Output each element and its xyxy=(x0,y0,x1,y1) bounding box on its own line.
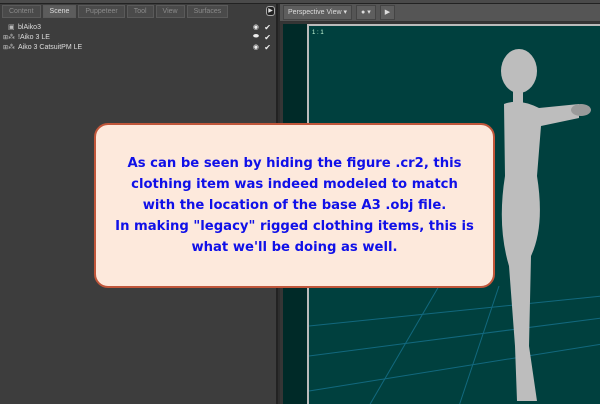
scene-item-label: blAiko3 xyxy=(18,23,41,31)
callout-line: As can be seen by hiding the figure .cr2… xyxy=(127,156,462,171)
tab-surfaces[interactable]: Surfaces xyxy=(186,5,229,18)
scene-item[interactable]: ⊞ ⁂ Aiko 3 CatsuitPM LE ◉ ✔ xyxy=(3,42,275,52)
callout-line: clothing item was indeed modeled to matc… xyxy=(131,177,458,192)
tab-tool[interactable]: Tool xyxy=(126,5,154,18)
box-icon: ▣ xyxy=(8,24,15,31)
callout-line: with the location of the base A3 .obj fi… xyxy=(142,198,447,213)
panel-tabs: Content Scene Puppeteer Tool View Surfac… xyxy=(2,5,276,20)
check-icon[interactable]: ✔ xyxy=(264,23,271,32)
tab-view[interactable]: View xyxy=(155,5,185,18)
eye-icon[interactable]: ◉ xyxy=(253,43,259,51)
scene-tree: ▣ blAiko3 ◉ ✔ ⊞ ⁂ !Aiko 3 LE ⬬ ✔ ⊞ ⁂ Aiko 3 … xyxy=(3,22,275,52)
tab-content[interactable]: Content xyxy=(2,5,41,18)
check-icon[interactable]: ✔ xyxy=(264,43,271,52)
callout-text: As can be seen by hiding the figure .cr2… xyxy=(115,153,474,258)
eye-hidden-icon[interactable]: ⬬ xyxy=(253,33,259,41)
sphere-icon: ● xyxy=(361,9,366,16)
check-icon[interactable]: ✔ xyxy=(264,33,271,42)
scene-item[interactable]: ⊞ ⁂ !Aiko 3 LE ⬬ ✔ xyxy=(3,32,275,42)
tutorial-callout: As can be seen by hiding the figure .cr2… xyxy=(94,123,495,288)
tab-puppeteer[interactable]: Puppeteer xyxy=(78,5,125,18)
figure-icon: ⁂ xyxy=(8,34,15,41)
play-button[interactable]: ▶ xyxy=(379,5,396,20)
scene-item-label: !Aiko 3 LE xyxy=(18,33,50,41)
callout-line: what we'll be doing as well. xyxy=(191,240,398,255)
camera-select[interactable]: Perspective View ▾ xyxy=(283,5,353,20)
render-style-button[interactable]: ● ▾ xyxy=(356,5,376,20)
eye-icon[interactable]: ◉ xyxy=(253,23,259,31)
scene-item-label: Aiko 3 CatsuitPM LE xyxy=(18,43,83,51)
panel-menu-button[interactable]: ▶ xyxy=(266,6,275,16)
viewport-toolbar: Perspective View ▾ ● ▾ ▶ xyxy=(280,4,600,22)
figure-icon: ⁂ xyxy=(8,44,15,51)
camera-select-label: Perspective View xyxy=(288,9,342,16)
floor-grid xyxy=(309,285,600,404)
tab-scene[interactable]: Scene xyxy=(42,5,77,18)
scene-item[interactable]: ▣ blAiko3 ◉ ✔ xyxy=(3,22,275,32)
callout-line: In making "legacy" rigged clothing items… xyxy=(115,219,474,234)
